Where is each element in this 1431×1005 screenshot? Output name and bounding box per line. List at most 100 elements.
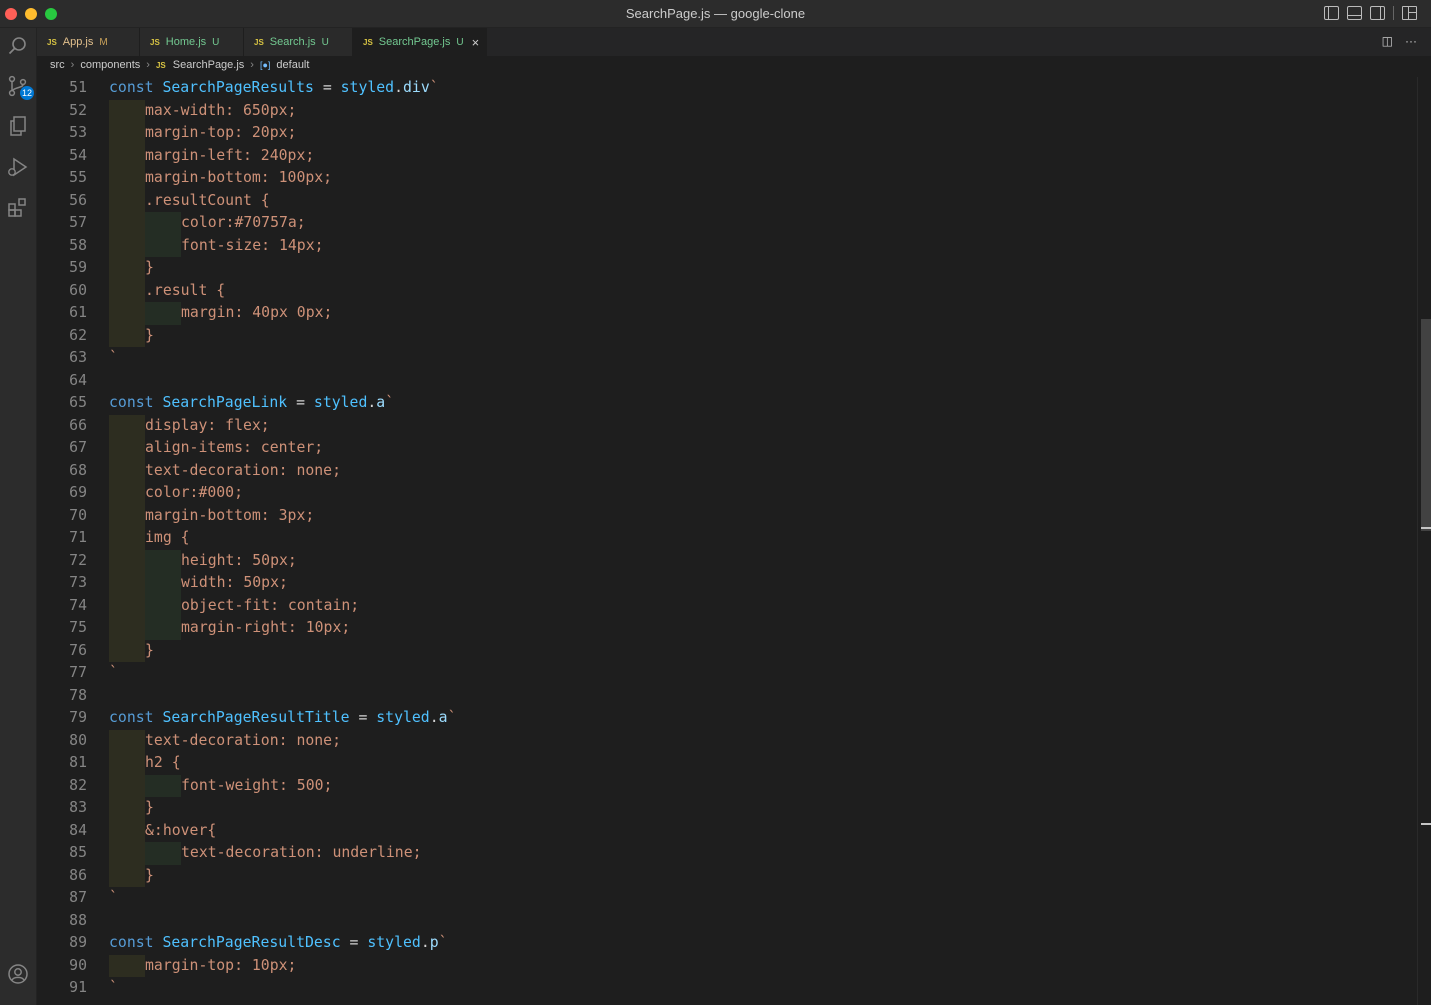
code-line[interactable]: 61 margin: 40px 0px;: [37, 302, 1417, 325]
code-line[interactable]: 72 height: 50px;: [37, 549, 1417, 572]
code-line[interactable]: 65 const SearchPageLink = styled.a`: [37, 392, 1417, 415]
breadcrumb-src[interactable]: src: [50, 59, 65, 71]
indent-guide: [109, 797, 145, 820]
code-line[interactable]: 68 text-decoration: none;: [37, 459, 1417, 483]
code-editor[interactable]: 51 const SearchPageResults = styled.div` 5…: [37, 77, 1417, 1005]
breadcrumb-file[interactable]: SearchPage.js: [173, 59, 245, 71]
toggle-primary-sidebar-icon[interactable]: [1324, 6, 1339, 20]
code-line[interactable]: 85 text-decoration: underline;: [37, 842, 1417, 865]
line-number: 87: [69, 889, 87, 906]
code-line[interactable]: 56 .resultCount {: [37, 189, 1417, 212]
extensions-icon[interactable]: [6, 195, 30, 219]
breadcrumb-symbol[interactable]: default: [276, 59, 309, 71]
line-number: 62: [69, 326, 87, 344]
code-line[interactable]: 64: [37, 370, 1417, 393]
tab-search-js[interactable]: JS Search.js U: [244, 28, 353, 56]
code-line[interactable]: 59}: [37, 257, 1417, 280]
code-line[interactable]: 81 h2 {: [37, 752, 1417, 775]
code-line[interactable]: 75 margin-right: 10px;: [37, 617, 1417, 640]
code-line[interactable]: 66 display: flex;: [37, 414, 1417, 437]
code-line[interactable]: 73 width: 50px;: [37, 572, 1417, 595]
split-editor-icon[interactable]: ◫: [1382, 34, 1393, 48]
code-line[interactable]: 51 const SearchPageResults = styled.div`: [37, 77, 1417, 100]
indent-guide: [109, 527, 145, 550]
search-icon[interactable]: [6, 34, 30, 58]
code-line[interactable]: 58 font-size: 14px;: [37, 234, 1417, 257]
line-number: 65: [69, 394, 87, 411]
customize-layout-icon[interactable]: [1402, 6, 1417, 20]
code-line[interactable]: 83}: [37, 797, 1417, 820]
code-token: .: [420, 934, 430, 951]
code-text: }: [145, 640, 154, 663]
line-number: 90: [69, 956, 87, 974]
breadcrumb-components[interactable]: components: [80, 59, 140, 71]
code-line[interactable]: 55 margin-bottom: 100px;: [37, 167, 1417, 190]
code-line[interactable]: 87 `: [37, 887, 1417, 910]
indent-guide: [109, 414, 145, 437]
scrollbar-thumb[interactable]: [1421, 319, 1431, 531]
code-line[interactable]: 80 text-decoration: none;: [37, 729, 1417, 752]
toggle-secondary-sidebar-icon[interactable]: [1370, 6, 1385, 20]
code-text: font-weight: 500;: [181, 775, 332, 798]
code-line[interactable]: 88: [37, 910, 1417, 933]
code-token: }: [145, 799, 154, 816]
code-line[interactable]: 76}: [37, 639, 1417, 663]
code-line[interactable]: 60 .result {: [37, 279, 1417, 302]
code-line[interactable]: 86}: [37, 864, 1417, 887]
code-line[interactable]: 62}: [37, 324, 1417, 347]
indent-guide: [109, 617, 145, 640]
code-line[interactable]: 63 `: [37, 347, 1417, 370]
indent-guide: [145, 302, 181, 325]
code-line[interactable]: 57 color:#70757a;: [37, 212, 1417, 235]
indent-guide: [109, 572, 145, 595]
code-token: `: [109, 349, 118, 366]
code-token: =: [340, 934, 368, 951]
code-line[interactable]: 52 max-width: 650px;: [37, 99, 1417, 122]
explorer-icon[interactable]: [6, 114, 30, 138]
code-token: margin-top: 20px;: [145, 124, 297, 141]
line-number: 72: [69, 551, 87, 569]
window-title: SearchPage.js — google-clone: [625, 6, 806, 21]
more-actions-icon[interactable]: ···: [1405, 34, 1417, 48]
editor-scrollbar[interactable]: [1417, 77, 1431, 1005]
line-number: 64: [69, 371, 87, 389]
code-line[interactable]: 90 margin-top: 10px;: [37, 954, 1417, 977]
code-token: const: [109, 934, 163, 951]
code-text: text-decoration: none;: [145, 460, 341, 483]
indent-guide: [109, 819, 145, 842]
close-tab-icon[interactable]: ×: [472, 35, 480, 50]
code-line[interactable]: 77 `: [37, 662, 1417, 685]
chevron-right-icon: ›: [70, 59, 75, 71]
code-text: const SearchPageResultTitle = styled.a`: [109, 707, 456, 730]
tab-searchpage-js[interactable]: JS SearchPage.js U ×: [353, 28, 487, 56]
code-line[interactable]: 79 const SearchPageResultTitle = styled.a…: [37, 707, 1417, 730]
code-text: &:hover{: [145, 820, 216, 843]
source-control-tab[interactable]: 12: [6, 74, 35, 100]
run-and-debug-icon[interactable]: [6, 155, 30, 179]
code-line[interactable]: 84 &:hover{: [37, 819, 1417, 843]
tab-home-js[interactable]: JS Home.js U: [140, 28, 244, 56]
toggle-panel-icon[interactable]: [1347, 6, 1362, 20]
line-number: 76: [69, 641, 87, 659]
code-line[interactable]: 53 margin-top: 20px;: [37, 122, 1417, 145]
code-line[interactable]: 70 margin-bottom: 3px;: [37, 504, 1417, 527]
code-line[interactable]: 91 `: [37, 977, 1417, 1000]
code-line[interactable]: 74 object-fit: contain;: [37, 594, 1417, 618]
code-line[interactable]: 54 margin-left: 240px;: [37, 144, 1417, 167]
code-line[interactable]: 82 font-weight: 500;: [37, 774, 1417, 798]
indent-guide: [109, 639, 145, 662]
scrollbar-marker: [1421, 823, 1431, 825]
code-token: `: [438, 934, 448, 951]
code-line[interactable]: 69 color:#000;: [37, 482, 1417, 505]
code-line[interactable]: 71 img {: [37, 527, 1417, 550]
code-text: object-fit: contain;: [181, 595, 359, 618]
account-icon[interactable]: [6, 962, 30, 986]
indent-guide: [145, 234, 181, 257]
line-number: 58: [69, 236, 87, 254]
symbol-variable-icon: [●]: [259, 60, 271, 70]
code-token: .resultCount {: [145, 191, 270, 209]
code-line[interactable]: 78: [37, 685, 1417, 708]
code-line[interactable]: 67 align-items: center;: [37, 437, 1417, 460]
code-line[interactable]: 89 const SearchPageResultDesc = styled.p`: [37, 932, 1417, 955]
tab-app-js[interactable]: JS App.js M: [37, 28, 140, 56]
